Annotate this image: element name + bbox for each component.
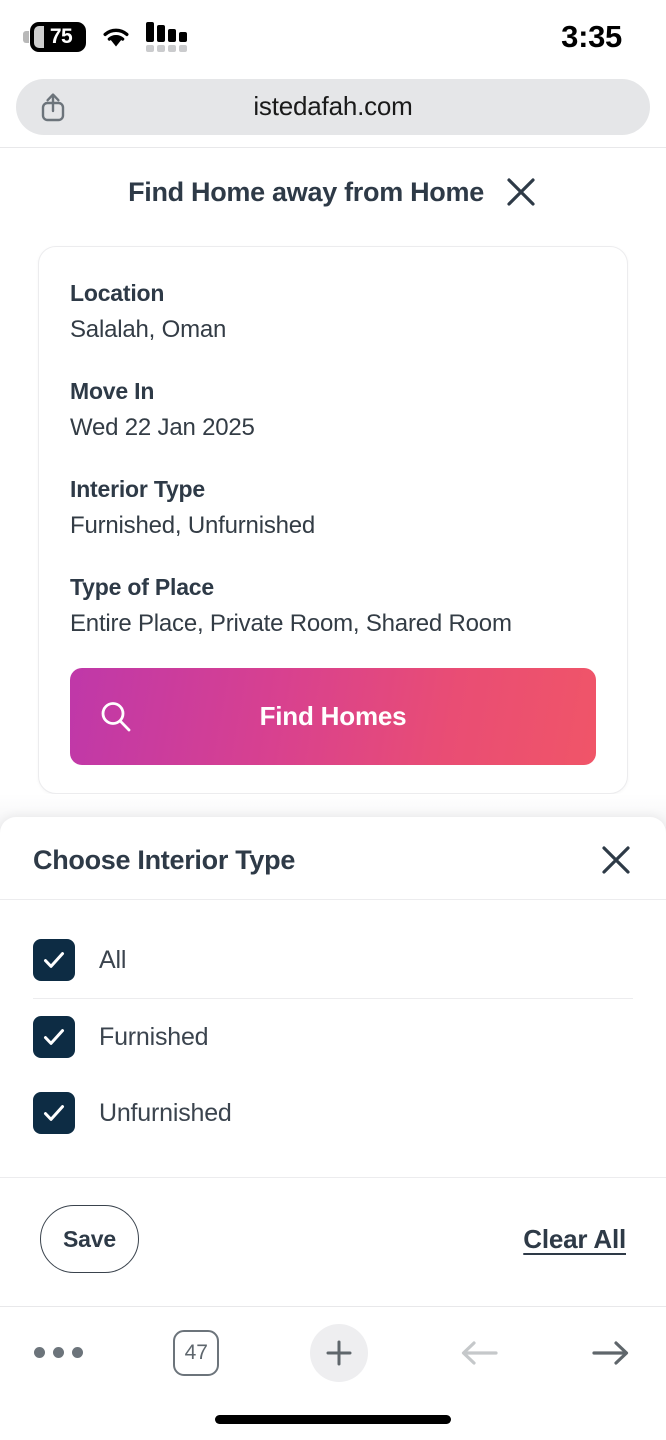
web-page-content: Find Home away from Home Location Salala… (0, 148, 666, 1306)
field-label: Move In (70, 378, 155, 404)
battery-level-label: 75 (49, 25, 73, 48)
plus-icon (309, 1323, 368, 1382)
back-button[interactable] (458, 1336, 500, 1370)
sheet-header: Choose Interior Type (0, 817, 666, 900)
page-title: Find Home away from Home (128, 176, 484, 207)
clear-all-link[interactable]: Clear All (523, 1224, 626, 1255)
page-header: Find Home away from Home (0, 148, 666, 236)
find-homes-label: Find Homes (259, 701, 407, 731)
field-interior-type[interactable]: Interior Type Furnished, Unfurnished (70, 476, 596, 540)
battery-icon: 75 (23, 22, 86, 52)
field-type-of-place[interactable]: Type of Place Entire Place, Private Room… (70, 574, 596, 638)
home-indicator[interactable] (215, 1414, 451, 1424)
field-value: Furnished, Unfurnished (70, 512, 316, 539)
option-label: Unfurnished (99, 1098, 232, 1127)
find-homes-button[interactable]: Find Homes (70, 668, 596, 765)
more-options-icon (34, 1347, 83, 1358)
browser-toolbar: 47 (0, 1306, 666, 1398)
save-button[interactable]: Save (40, 1205, 139, 1273)
field-value: Entire Place, Private Room, Shared Room (70, 610, 512, 637)
checkbox-checked-icon[interactable] (33, 1092, 75, 1134)
field-value: Salalah, Oman (70, 316, 227, 343)
status-bar: 75 3:35 (0, 0, 666, 74)
arrow-left-icon (461, 1340, 498, 1365)
status-bar-left: 75 (23, 22, 187, 52)
browser-url-bar-container: istedafah.com (0, 74, 666, 148)
tab-switcher-button[interactable]: 47 (173, 1329, 220, 1376)
sheet-title: Choose Interior Type (33, 844, 296, 875)
phone-screen: 75 3:35 istedafah.com Find Home away fro… (0, 0, 666, 1440)
browser-url-bar[interactable]: istedafah.com (16, 78, 650, 135)
field-move-in[interactable]: Move In Wed 22 Jan 2025 (70, 378, 596, 442)
wifi-icon (103, 28, 129, 47)
close-icon[interactable] (504, 175, 538, 209)
field-location[interactable]: Location Salalah, Oman (70, 280, 596, 344)
home-indicator-area (0, 1398, 666, 1440)
new-tab-button[interactable] (309, 1323, 368, 1382)
arrow-right-icon (592, 1340, 629, 1365)
url-text: istedafah.com (253, 91, 413, 121)
option-row-all[interactable]: All (0, 922, 666, 998)
forward-button[interactable] (590, 1336, 632, 1370)
status-bar-clock: 3:35 (561, 19, 622, 54)
option-row-unfurnished[interactable]: Unfurnished (0, 1075, 666, 1151)
field-label: Interior Type (70, 476, 205, 502)
search-icon (101, 701, 131, 731)
interior-type-options: All Furnished Unfurnished (0, 900, 666, 1151)
close-icon[interactable] (599, 843, 633, 877)
sheet-footer: Save Clear All (0, 1177, 666, 1306)
option-label: All (99, 945, 127, 974)
field-label: Location (70, 280, 165, 306)
field-value: Wed 22 Jan 2025 (70, 414, 255, 441)
share-icon[interactable] (38, 91, 68, 123)
tab-count-label: 47 (173, 1329, 220, 1376)
more-options-button[interactable] (34, 1347, 83, 1358)
search-summary-card: Location Salalah, Oman Move In Wed 22 Ja… (38, 246, 628, 794)
checkbox-checked-icon[interactable] (33, 939, 75, 981)
interior-type-sheet: Choose Interior Type All Furnished Unfur… (0, 817, 666, 1306)
cellular-signal-icon (146, 22, 187, 52)
option-row-furnished[interactable]: Furnished (0, 999, 666, 1075)
field-label: Type of Place (70, 574, 214, 600)
option-label: Furnished (99, 1022, 209, 1051)
checkbox-checked-icon[interactable] (33, 1016, 75, 1058)
